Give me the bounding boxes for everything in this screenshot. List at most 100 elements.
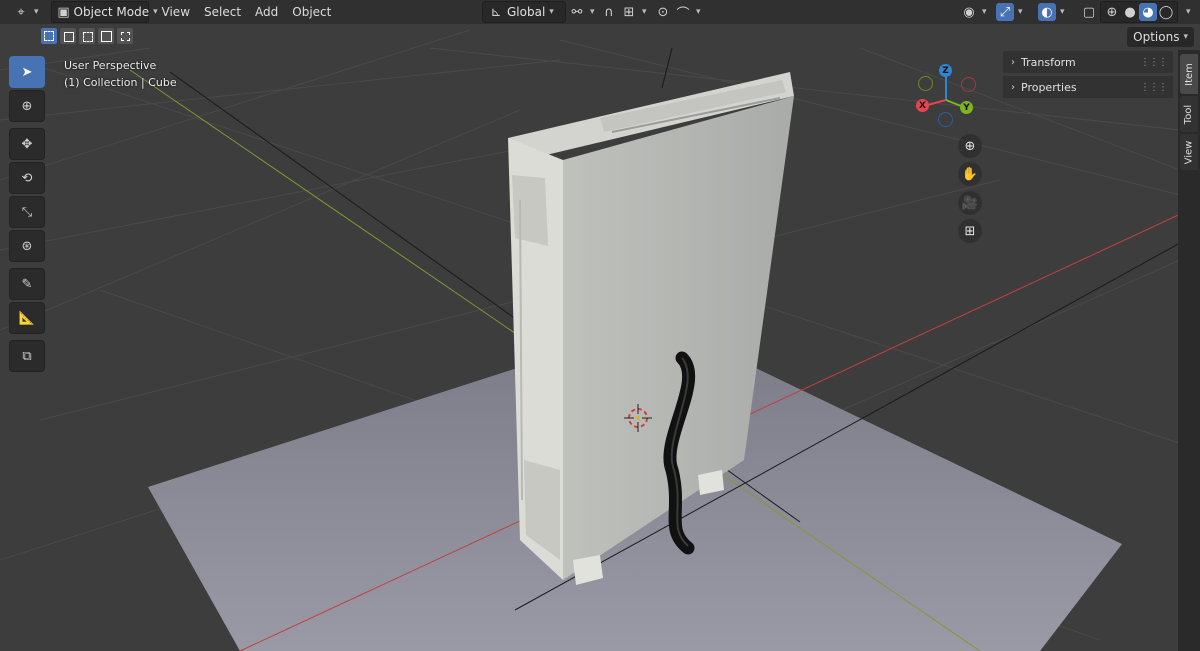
- orientation-dropdown[interactable]: ⊾ Global ▾: [482, 1, 566, 23]
- hand-icon: ✋: [961, 166, 979, 182]
- gizmo-z-axis[interactable]: Z: [939, 64, 952, 77]
- add-cube-tool[interactable]: ⧉: [9, 340, 45, 372]
- gizmo-toggle[interactable]: ⤢ ▾: [990, 2, 1029, 22]
- object-mode-icon: ▣: [57, 4, 70, 20]
- gizmo-y-neg[interactable]: [918, 76, 933, 91]
- properties-label: Properties: [1021, 80, 1077, 94]
- move-tool[interactable]: ✥: [9, 128, 45, 160]
- tab-view-label: View: [1183, 140, 1195, 164]
- chevron-down-icon: ▾: [549, 7, 554, 17]
- move-arrows-icon: ✥: [21, 136, 33, 152]
- selection-mode-group: [41, 28, 136, 44]
- camera-view-button[interactable]: 🎥: [958, 191, 982, 215]
- options-dropdown[interactable]: Options ▾: [1127, 27, 1194, 47]
- mode-label: Object Mode: [73, 5, 150, 19]
- shading-dropdown[interactable]: ▾: [1176, 2, 1197, 22]
- snap-grid-icon: ⊞: [623, 4, 635, 20]
- toolbar: ➤ ⊕ ✥ ⟲ ⤡ ⊛ ✎ 📐 ⧉: [9, 56, 45, 374]
- shading-modes: ⊕ ● ◕ ◯: [1100, 1, 1178, 23]
- annotate-tool[interactable]: ✎: [9, 268, 45, 300]
- xray-icon: ▢: [1082, 4, 1096, 20]
- select-new-icon[interactable]: [41, 28, 57, 44]
- snap-target-dropdown[interactable]: ⊞ ▾: [614, 2, 653, 22]
- tool-header: [0, 24, 1200, 48]
- transform-label: Transform: [1021, 55, 1076, 69]
- gizmo-x-neg[interactable]: [961, 77, 976, 92]
- rendered-shading-icon[interactable]: ◯: [1157, 3, 1175, 21]
- pan-button[interactable]: ✋: [958, 162, 982, 186]
- zoom-button[interactable]: ⊕: [958, 134, 982, 158]
- gizmo-icon: ⤢: [996, 3, 1014, 21]
- tab-tool-label: Tool: [1183, 104, 1195, 124]
- falloff-dropdown[interactable]: ⌒ ▾: [668, 2, 707, 22]
- chevron-right-icon: ›: [1011, 81, 1015, 93]
- menu-select[interactable]: Select: [197, 2, 248, 22]
- gizmo-z-neg[interactable]: [938, 112, 953, 127]
- camera-icon: 🎥: [961, 195, 979, 211]
- overlays-toggle[interactable]: ◐ ▾: [1032, 2, 1071, 22]
- chevron-down-icon: ▾: [1018, 7, 1023, 17]
- chevron-down-icon: ▾: [1060, 7, 1065, 17]
- tab-item[interactable]: Item: [1180, 54, 1198, 94]
- wireframe-shading-icon[interactable]: ⊕: [1103, 3, 1121, 21]
- cursor-tool[interactable]: ⊕: [9, 90, 45, 122]
- chevron-down-icon: ▾: [642, 7, 647, 17]
- gizmo-y-axis[interactable]: Y: [960, 101, 973, 114]
- chevron-right-icon: ›: [1011, 56, 1015, 68]
- axes-icon: ⊾: [490, 4, 502, 20]
- measure-tool[interactable]: 📐: [9, 302, 45, 334]
- editor-type-icon: ⌖: [17, 4, 25, 20]
- rotate-tool[interactable]: ⟲: [9, 162, 45, 194]
- scale-icon: ⤡: [21, 204, 33, 220]
- pivot-icon: ⚯: [571, 4, 583, 20]
- menu-object[interactable]: Object: [285, 2, 338, 22]
- chevron-down-icon: ▾: [1183, 32, 1188, 42]
- material-shading-icon[interactable]: ◕: [1139, 3, 1157, 21]
- scale-tool[interactable]: ⤡: [9, 196, 45, 228]
- orientation-label: Global: [507, 5, 546, 19]
- transform-icon: ⊛: [21, 238, 33, 254]
- select-intersect-icon[interactable]: [117, 28, 133, 44]
- gizmo-x-axis[interactable]: X: [916, 99, 929, 112]
- pencil-icon: ✎: [21, 276, 33, 292]
- chevron-down-icon: ▾: [1186, 7, 1191, 17]
- perspective-toggle-button[interactable]: ⊞: [958, 219, 982, 243]
- menu-view[interactable]: View: [155, 2, 197, 22]
- collection-label: (1) Collection | Cube: [64, 76, 177, 89]
- navigation-gizmo[interactable]: Z X Y: [908, 60, 984, 130]
- crosshair-icon: ⊕: [21, 98, 33, 114]
- properties-panel-header[interactable]: › Properties ⋮⋮⋮: [1003, 76, 1173, 98]
- select-extend-icon[interactable]: [60, 28, 76, 44]
- add-cube-icon: ⧉: [22, 348, 32, 364]
- view-name: User Perspective: [64, 59, 157, 72]
- drag-handle-icon[interactable]: ⋮⋮⋮: [1140, 82, 1168, 93]
- mode-dropdown[interactable]: ▣ Object Mode ▾: [50, 1, 158, 23]
- select-box-tool[interactable]: ➤: [9, 56, 45, 88]
- grid-perspective-icon: ⊞: [964, 223, 976, 239]
- tab-tool[interactable]: Tool: [1180, 96, 1198, 132]
- eye-icon: ◉: [963, 4, 975, 20]
- tab-item-label: Item: [1183, 62, 1195, 86]
- transform-tool[interactable]: ⊛: [9, 230, 45, 262]
- transform-panel-header[interactable]: › Transform ⋮⋮⋮: [1003, 51, 1173, 73]
- select-invert-icon[interactable]: [98, 28, 114, 44]
- viewport-header: ⌖ ▾ ▣ Object Mode ▾ View Select Add Objec…: [0, 0, 1200, 24]
- magnifier-plus-icon: ⊕: [964, 138, 976, 154]
- tab-view[interactable]: View: [1180, 134, 1198, 170]
- rotate-icon: ⟲: [21, 170, 33, 186]
- sidebar-tabs: Item Tool View: [1178, 50, 1200, 651]
- chevron-down-icon: ▾: [982, 7, 987, 17]
- solid-shading-icon[interactable]: ●: [1121, 3, 1139, 21]
- ruler-icon: 📐: [18, 310, 36, 326]
- cursor-arrow-icon: ➤: [21, 64, 33, 80]
- select-subtract-icon[interactable]: [79, 28, 95, 44]
- chevron-down-icon: ▾: [34, 7, 39, 17]
- overlays-icon: ◐: [1038, 3, 1056, 21]
- menu-add[interactable]: Add: [248, 2, 285, 22]
- falloff-curve-icon: ⌒: [676, 6, 690, 22]
- drag-handle-icon[interactable]: ⋮⋮⋮: [1140, 57, 1168, 68]
- options-label: Options: [1133, 30, 1180, 44]
- editor-type-button[interactable]: ⌖ ▾: [6, 2, 45, 22]
- chevron-down-icon: ▾: [696, 7, 701, 17]
- visibility-dropdown[interactable]: ◉ ▾: [954, 2, 993, 22]
